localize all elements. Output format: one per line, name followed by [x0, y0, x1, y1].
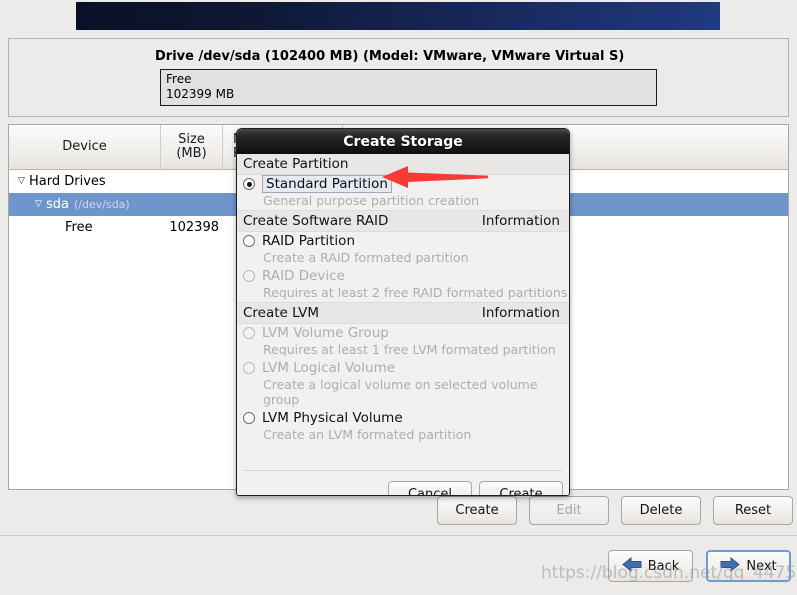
device-size: 102398 [169, 220, 219, 235]
radio-icon[interactable] [243, 412, 255, 424]
drive-segment-label: Free [166, 72, 192, 86]
installer-banner [76, 2, 720, 30]
radio-icon[interactable] [243, 178, 255, 190]
device-name: Free [65, 220, 93, 235]
option-description: Requires at least 1 free LVM formated pa… [263, 342, 556, 357]
option-description: Create an LVM formated partition [263, 427, 472, 442]
radio-icon[interactable] [243, 235, 255, 247]
create-storage-dialog: Create Storage Create Partition Standard… [236, 128, 570, 496]
option-description: Create a RAID formated partition [263, 250, 469, 265]
device-name: sda [46, 197, 69, 212]
dialog-cancel-button[interactable]: Cancel [388, 481, 472, 495]
column-header-size[interactable]: Size (MB) [161, 125, 223, 169]
expander-icon[interactable]: ▽ [14, 177, 29, 186]
option-label: LVM Physical Volume [262, 410, 403, 426]
dialog-body: Create Partition Standard Partition Gene… [237, 154, 569, 495]
arrow-right-icon [720, 556, 741, 576]
delete-button[interactable]: Delete [621, 496, 701, 525]
option-label: RAID Device [262, 268, 345, 284]
dialog-separator [244, 470, 562, 471]
option-standard-partition[interactable]: Standard Partition [237, 175, 569, 193]
edit-button: Edit [529, 496, 609, 525]
section-header-create-lvm: Create LVM Information [237, 302, 569, 324]
dialog-title: Create Storage [237, 129, 569, 154]
section-heading: Create Software RAID [243, 213, 389, 229]
option-label: LVM Volume Group [262, 325, 389, 341]
section-heading: Create LVM [243, 305, 320, 321]
option-description: Requires at least 2 free RAID formated p… [263, 285, 568, 300]
footer-divider [0, 535, 797, 536]
section-heading: Create Partition [243, 156, 349, 172]
option-description: Create a logical volume on selected volu… [263, 377, 538, 407]
arrow-left-icon [621, 556, 642, 576]
option-description: General purpose partition creation [263, 193, 480, 208]
option-label: Standard Partition [262, 175, 392, 193]
section-info-link[interactable]: Information [482, 305, 560, 321]
reset-button[interactable]: Reset [713, 496, 793, 525]
drive-title: Drive /dev/sda (102400 MB) (Model: VMwar… [155, 49, 625, 64]
option-label: RAID Partition [262, 233, 355, 249]
radio-icon [243, 362, 255, 374]
option-raid-device: RAID Device [237, 267, 569, 285]
drive-summary-panel: Drive /dev/sda (102400 MB) (Model: VMwar… [8, 38, 789, 117]
dialog-create-button[interactable]: Create [479, 481, 563, 495]
radio-icon [243, 270, 255, 282]
drive-free-segment[interactable]: Free 102399 MB [160, 69, 657, 106]
drive-segment-size: 102399 MB [166, 87, 235, 101]
partition-action-bar: Create Edit Delete Reset [8, 496, 793, 526]
option-lvm-logical-volume: LVM Logical Volume [237, 359, 569, 377]
column-header-device[interactable]: Device [9, 125, 161, 169]
option-lvm-volume-group: LVM Volume Group [237, 324, 569, 342]
section-header-create-partition: Create Partition [237, 154, 569, 175]
option-label: LVM Logical Volume [262, 360, 396, 376]
back-button-label: Back [647, 558, 680, 574]
section-info-link[interactable]: Information [482, 213, 560, 229]
expander-icon[interactable]: ▽ [31, 200, 46, 209]
device-path: (/dev/sda) [74, 198, 130, 211]
next-button[interactable]: Next [706, 550, 791, 582]
option-lvm-physical-volume[interactable]: LVM Physical Volume [237, 409, 569, 427]
option-raid-partition[interactable]: RAID Partition [237, 232, 569, 250]
back-button[interactable]: Back [608, 550, 693, 582]
next-button-label: Next [746, 558, 777, 574]
section-header-create-software-raid: Create Software RAID Information [237, 210, 569, 232]
device-name: Hard Drives [29, 174, 106, 189]
create-button[interactable]: Create [437, 496, 517, 525]
radio-icon [243, 327, 255, 339]
